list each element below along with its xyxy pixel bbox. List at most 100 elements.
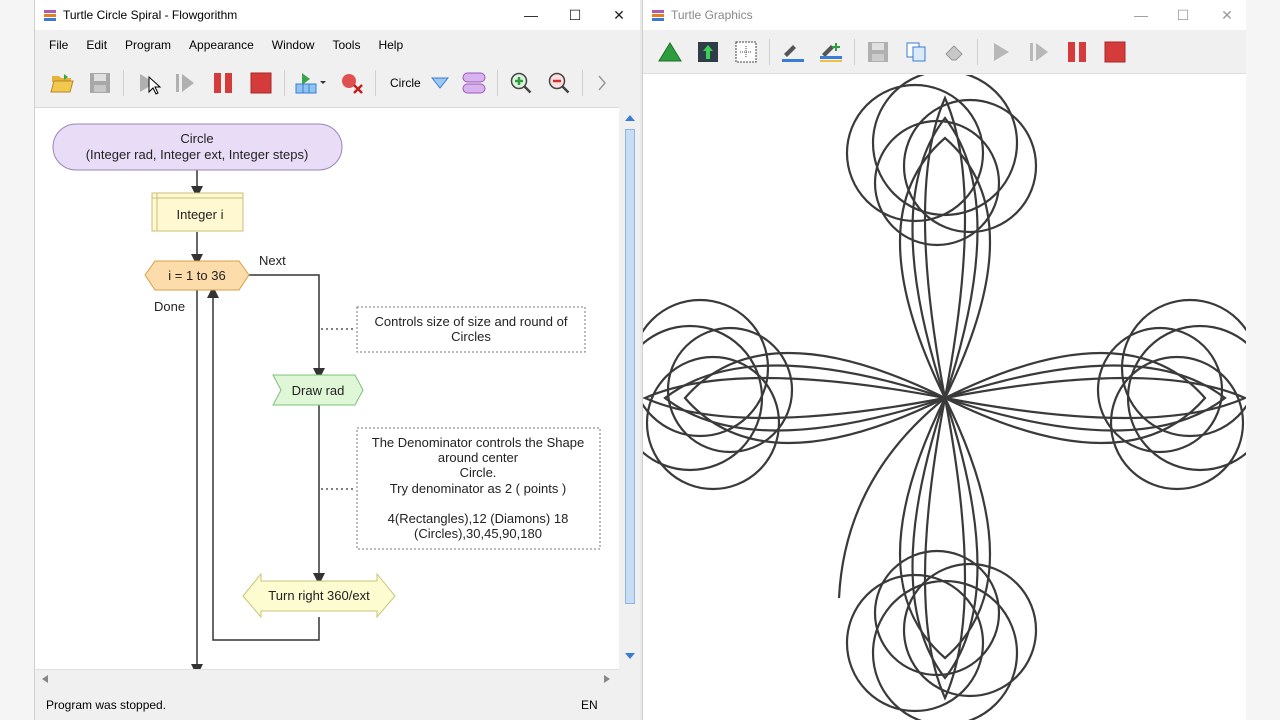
menu-edit[interactable]: Edit [77,38,116,52]
menu-appearance[interactable]: Appearance [180,38,263,52]
menu-window[interactable]: Window [263,38,324,52]
scroll-up-icon [625,115,635,121]
zoom-in-button[interactable] [502,64,540,102]
comment-denominator-line3: Circle. [460,465,497,480]
turtle-stroke [1096,326,1224,454]
comment-denominator[interactable]: The Denominator controls the Shape aroun… [356,427,601,550]
turtle-triangle-icon [658,41,682,61]
menu-help[interactable]: Help [369,38,412,52]
variable-watch-button[interactable] [289,64,333,102]
turtle-stroke [683,351,946,445]
clear-button[interactable] [935,33,973,71]
turtle-step-button[interactable] [1020,33,1058,71]
toolbar-separator [769,38,770,65]
language-indicator: EN [581,698,598,712]
menu-file[interactable]: File [35,38,77,52]
turtle-close-button[interactable]: ✕ [1205,0,1246,30]
folder-open-icon [50,74,74,93]
copy-button[interactable] [897,33,935,71]
home-turtle-button[interactable] [689,33,727,71]
call-shape[interactable]: Draw rad [272,374,364,406]
turn-shape[interactable]: Turn right 360/ext [242,572,396,619]
start-terminal-params: (Integer rad, Integer ext, Integer steps… [86,147,309,162]
scroll-right-icon [604,675,610,683]
turtle-run-button[interactable] [982,33,1020,71]
save-button[interactable] [81,64,119,102]
turn-text: Turn right 360/ext [268,588,370,603]
comment-size[interactable]: Controls size of size and round of Circl… [356,306,586,353]
done-label: Done [154,299,185,314]
vertical-scroll-thumb[interactable] [625,129,635,604]
turtle-stroke [944,364,1227,432]
turtle-stroke [911,397,979,680]
toolbar-overflow-button[interactable] [587,64,617,102]
show-turtle-button[interactable] [651,33,689,71]
menu-bar: File Edit Program Appearance Window Tool… [35,30,640,60]
copy-icon [906,42,926,61]
flowchart-diagram: Circle (Integer rad, Integer ext, Intege… [52,123,601,676]
menu-program[interactable]: Program [116,38,180,52]
pause-button[interactable] [204,64,242,102]
turtle-minimize-button[interactable]: — [1119,0,1163,30]
stop-button[interactable] [242,64,280,102]
pause-icon [1068,41,1086,62]
turtle-save-button[interactable] [859,33,897,71]
horizontal-scrollbar[interactable] [35,669,619,687]
manage-functions-button[interactable] [455,64,493,102]
close-button[interactable]: ✕ [597,0,640,30]
connector-loop-next [249,274,325,380]
pen-up-icon [782,44,804,62]
turtle-stop-button[interactable] [1096,33,1134,71]
chevron-down-icon [430,77,449,89]
maximize-button[interactable]: ☐ [553,0,597,30]
vertical-scrollbar[interactable] [619,107,640,669]
minimize-button[interactable]: — [509,0,553,30]
turtle-stroke [666,326,794,454]
flowchart-canvas[interactable]: Circle (Integer rad, Integer ext, Intege… [35,107,619,676]
declare-shape[interactable]: Integer i [151,192,244,232]
comment-size-line2: Circles [451,329,491,344]
run-button[interactable] [128,64,166,102]
comment-denominator-line5: 4(Rectangles),12 (Diamons) 18 [388,511,569,526]
zoom-out-icon [548,72,570,94]
stop-icon [250,72,272,94]
turtle-stroke [898,397,992,660]
save-icon [90,73,110,93]
turtle-graphics-window: Turtle Graphics — ☐ ✕ [642,0,1246,720]
flowgorithm-app-icon [652,10,664,21]
open-button[interactable] [43,64,81,102]
turtle-canvas [643,69,1246,720]
turtle-pause-button[interactable] [1058,33,1096,71]
play-icon [994,42,1009,61]
zoom-in-icon [510,72,532,94]
chevron-right-icon [598,75,606,91]
pen-down-button[interactable] [812,33,850,71]
zoom-out-button[interactable] [540,64,578,102]
breakpoint-clear-icon [342,74,363,94]
for-loop-text: i = 1 to 36 [168,268,225,283]
scroll-left-icon [42,675,48,683]
step-button[interactable] [166,64,204,102]
toolbar-separator [284,70,285,96]
pen-down-icon [820,42,842,62]
flowgorithm-window: Turtle Circle Spiral - Flowgorithm — ☐ ✕… [34,0,640,720]
comment-denominator-line2: around center [438,450,519,465]
pause-icon [214,73,232,93]
start-terminal[interactable]: Circle (Integer rad, Integer ext, Intege… [52,123,343,171]
for-loop-shape[interactable]: i = 1 to 36 [144,260,250,291]
function-selector[interactable]: Circle [380,64,455,102]
turtle-stroke [643,324,764,472]
turtle-maximize-button[interactable]: ☐ [1161,0,1205,30]
turtle-stroke [1126,324,1246,472]
flowgorithm-app-icon [44,10,56,21]
pen-up-button[interactable] [774,33,812,71]
function-selector-value: Circle [390,76,421,90]
clear-breakpoints-button[interactable] [333,64,371,102]
crosshair-box-icon [735,41,757,62]
toolbar-separator [854,38,855,65]
turtle-stroke [911,116,979,399]
menu-tools[interactable]: Tools [323,38,369,52]
turtle-stroke [898,136,992,399]
center-view-button[interactable] [727,33,765,71]
stop-icon [1104,41,1126,62]
